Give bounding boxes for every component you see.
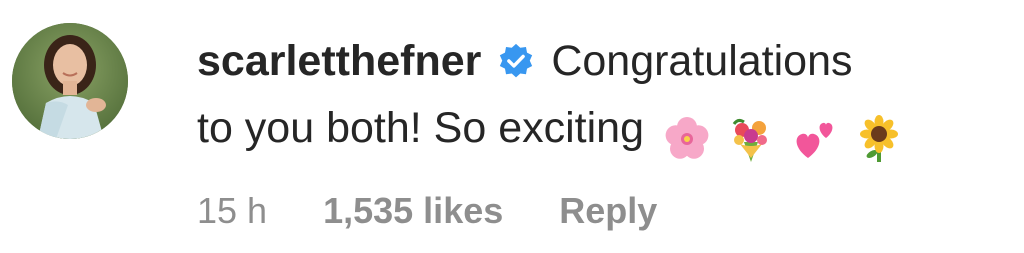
cherry-blossom-icon: [665, 116, 709, 159]
two-hearts-icon: [796, 122, 833, 158]
comment-line-1: scarletthefner Congratulations: [197, 30, 1012, 97]
bouquet-icon: [732, 118, 767, 162]
comment: scarletthefner Congratulations to you bo…: [0, 0, 1024, 253]
verified-badge-icon: [497, 35, 535, 97]
likes-count-link[interactable]: 1,535 likes: [323, 190, 503, 232]
avatar-photo: [12, 23, 128, 139]
comment-line-2: to you both! So exciting: [197, 97, 1012, 167]
username-link[interactable]: scarletthefner: [197, 37, 481, 85]
timestamp[interactable]: 15 h: [197, 190, 267, 232]
emoji-group: [662, 105, 906, 167]
comment-meta: 15 h 1,535 likes Reply: [197, 190, 657, 232]
avatar[interactable]: [12, 23, 128, 139]
comment-text-line1: Congratulations: [551, 37, 853, 85]
sunflower-icon: [859, 114, 898, 162]
comment-text-line2: to you both! So exciting: [197, 104, 645, 152]
reply-button[interactable]: Reply: [559, 190, 657, 232]
comment-body: scarletthefner Congratulations to you bo…: [197, 30, 1012, 167]
